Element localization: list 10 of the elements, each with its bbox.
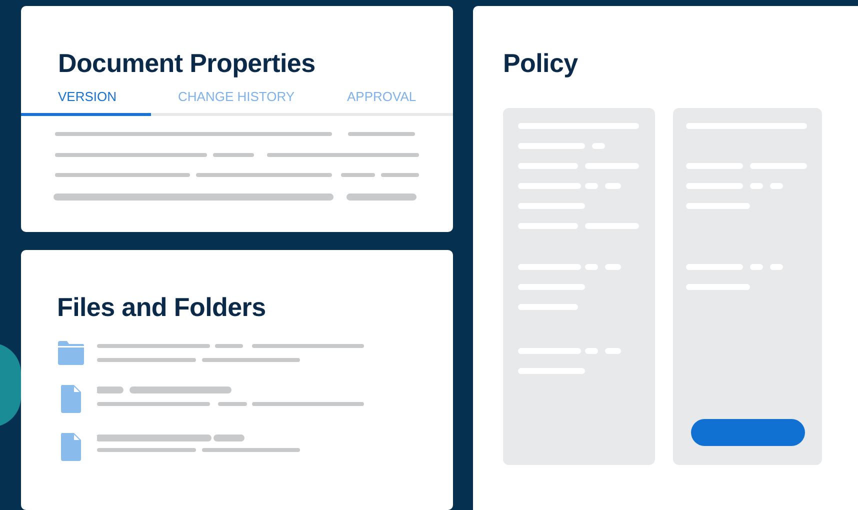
card-title: Policy (503, 48, 579, 79)
card-title: Document Properties (57, 48, 316, 79)
folder-icon (57, 340, 85, 365)
file-icon (60, 384, 82, 413)
card-title: Files and Folders (57, 292, 267, 323)
action-button[interactable] (690, 419, 804, 446)
file-icon (60, 432, 82, 461)
tab[interactable]: APPROVAL (320, 89, 453, 116)
tab[interactable]: VERSION (21, 89, 151, 116)
tab[interactable]: CHANGE HISTORY (151, 89, 320, 116)
